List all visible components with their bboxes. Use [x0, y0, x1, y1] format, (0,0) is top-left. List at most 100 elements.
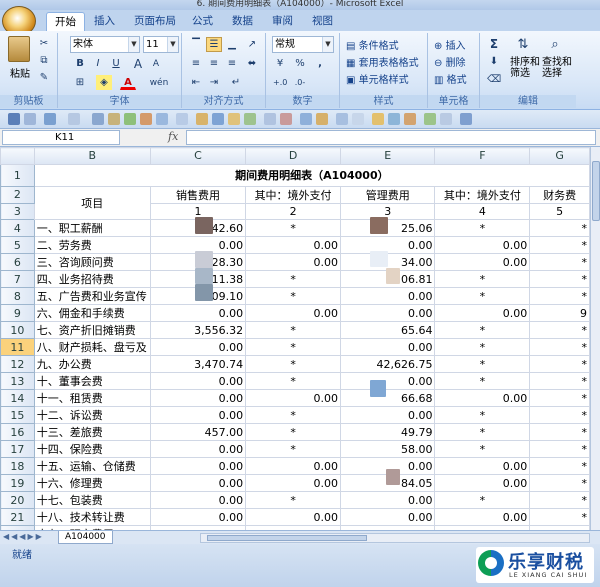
row-header[interactable]: 1 — [0, 163, 35, 187]
value-cell[interactable]: 0.00 — [434, 389, 531, 408]
value-cell[interactable]: 0.00 — [339, 372, 436, 391]
item-cell[interactable]: 八、财产损耗、盘亏及 — [33, 338, 151, 357]
item-cell[interactable]: 六、佣金和手续费 — [33, 304, 151, 323]
row-header[interactable]: 16 — [0, 423, 35, 442]
value-cell[interactable]: 457.00 — [149, 423, 247, 442]
value-cell[interactable]: 0.00 — [434, 253, 531, 272]
align-left-icon[interactable]: ≡ — [188, 56, 204, 71]
redo-icon[interactable] — [68, 113, 80, 125]
value-cell[interactable]: * — [434, 423, 531, 442]
tab-home[interactable]: 开始 — [46, 12, 85, 31]
toolbar-icon[interactable] — [156, 113, 168, 125]
align-top-icon[interactable]: ▔ — [188, 37, 204, 52]
grow-font-button[interactable]: A — [130, 56, 146, 71]
toolbar-icon[interactable] — [92, 113, 104, 125]
paste-icon[interactable] — [8, 36, 30, 62]
value-cell[interactable]: 0.00 — [149, 389, 247, 408]
value-cell[interactable]: 0.00 — [245, 457, 341, 476]
value-cell[interactable]: * — [529, 321, 590, 340]
item-cell[interactable]: 十、董事会费 — [33, 372, 151, 391]
print-preview-icon[interactable] — [24, 113, 36, 125]
italic-button[interactable]: I — [90, 56, 106, 71]
value-cell[interactable]: * — [245, 406, 341, 425]
increase-decimal-icon[interactable]: +.0 — [272, 75, 288, 90]
value-cell[interactable]: * — [434, 440, 531, 459]
row-header[interactable]: 21 — [0, 508, 35, 527]
toolbar-icon[interactable] — [336, 113, 348, 125]
value-cell[interactable]: * — [434, 372, 531, 391]
toolbar-icon[interactable] — [196, 113, 208, 125]
value-cell[interactable]: 3,556.32 — [149, 321, 247, 340]
tab-review[interactable]: 审阅 — [264, 12, 301, 31]
value-cell[interactable]: * — [245, 372, 341, 391]
value-cell[interactable]: * — [529, 491, 590, 510]
shrink-font-button[interactable]: A — [148, 56, 164, 71]
value-cell[interactable]: * — [529, 389, 590, 408]
value-cell[interactable]: 0.00 — [339, 287, 436, 306]
item-cell[interactable]: 十八、技术转让费 — [33, 508, 151, 527]
row-header[interactable]: 13 — [0, 372, 35, 391]
row-header[interactable]: 5 — [0, 236, 35, 255]
value-cell[interactable]: 0.00 — [149, 406, 247, 425]
value-cell[interactable]: * — [529, 457, 590, 476]
value-cell[interactable]: 0.00 — [149, 440, 247, 459]
value-cell[interactable]: 0.00 — [245, 508, 341, 527]
column-header[interactable]: G — [529, 147, 590, 165]
overseas-payment-header[interactable]: 其中：境外支付 — [434, 185, 531, 204]
insert-cells-button[interactable]: ⊕ 插入 — [434, 37, 466, 52]
decrease-decimal-icon[interactable]: .0- — [292, 75, 308, 90]
horizontal-scrollbar[interactable] — [200, 533, 590, 543]
autosum-button[interactable]: Σ — [486, 36, 502, 51]
item-cell[interactable]: 十四、保险费 — [33, 440, 151, 459]
toolbar-icon[interactable] — [424, 113, 436, 125]
scroll-thumb[interactable] — [207, 535, 367, 541]
paste-button[interactable]: 粘贴 — [10, 65, 30, 80]
value-cell[interactable]: * — [529, 440, 590, 459]
column-number[interactable]: 4 — [434, 202, 531, 221]
borders-icon[interactable]: ⊞ — [72, 75, 88, 90]
item-cell[interactable]: 九、办公费 — [33, 355, 151, 374]
value-cell[interactable]: * — [529, 423, 590, 442]
row-header[interactable]: 11 — [0, 338, 35, 357]
value-cell[interactable]: 3,470.74 — [149, 355, 247, 374]
conditional-format-button[interactable]: ▤ 条件格式 — [346, 37, 399, 52]
copy-icon[interactable]: ⧉ — [36, 53, 52, 68]
value-cell[interactable]: * — [434, 321, 531, 340]
sales-expense-header[interactable]: 销售费用 — [149, 185, 247, 204]
value-cell[interactable]: 0.00 — [149, 457, 247, 476]
toolbar-icon[interactable] — [108, 113, 120, 125]
value-cell[interactable]: * — [529, 372, 590, 391]
tab-formulas[interactable]: 公式 — [184, 12, 221, 31]
value-cell[interactable]: 0.00 — [245, 389, 341, 408]
row-header[interactable]: 3 — [0, 202, 35, 221]
value-cell[interactable]: * — [529, 474, 590, 493]
value-cell[interactable]: 0.00 — [339, 304, 436, 323]
tab-view[interactable]: 视图 — [304, 12, 341, 31]
toolbar-icon[interactable] — [228, 113, 240, 125]
font-name-combo[interactable]: 宋体 ▼ — [70, 36, 140, 53]
row-header[interactable]: 18 — [0, 457, 35, 476]
row-header[interactable]: 7 — [0, 270, 35, 289]
value-cell[interactable]: 0.00 — [149, 491, 247, 510]
overseas-payment-header[interactable]: 其中：境外支付 — [245, 185, 341, 204]
value-cell[interactable]: 65.64 — [339, 321, 436, 340]
value-cell[interactable]: 0.00 — [149, 304, 247, 323]
sheet-nav-icon[interactable]: ◀◀◀▶▶ — [3, 532, 44, 541]
value-cell[interactable]: * — [529, 219, 590, 238]
vertical-scrollbar[interactable] — [590, 147, 600, 530]
format-painter-icon[interactable]: ✎ — [36, 70, 52, 85]
value-cell[interactable]: 66.68 — [339, 389, 436, 408]
undo-icon[interactable] — [44, 113, 56, 125]
value-cell[interactable]: * — [434, 338, 531, 357]
value-cell[interactable]: 0.00 — [149, 474, 247, 493]
row-header[interactable]: 10 — [0, 321, 35, 340]
item-cell[interactable]: 二、劳务费 — [33, 236, 151, 255]
worksheet-grid[interactable]: B C D E F G 1 期间费用明细表（A104000） 2 项目 销售费用… — [0, 147, 590, 530]
scroll-thumb[interactable] — [592, 161, 600, 221]
align-middle-icon[interactable]: ☰ — [206, 37, 222, 52]
column-header[interactable]: E — [339, 147, 436, 165]
value-cell[interactable]: 0.00 — [434, 236, 531, 255]
tab-page-layout[interactable]: 页面布局 — [126, 12, 184, 31]
format-as-table-button[interactable]: ▦ 套用表格格式 — [346, 54, 419, 69]
value-cell[interactable]: * — [529, 406, 590, 425]
